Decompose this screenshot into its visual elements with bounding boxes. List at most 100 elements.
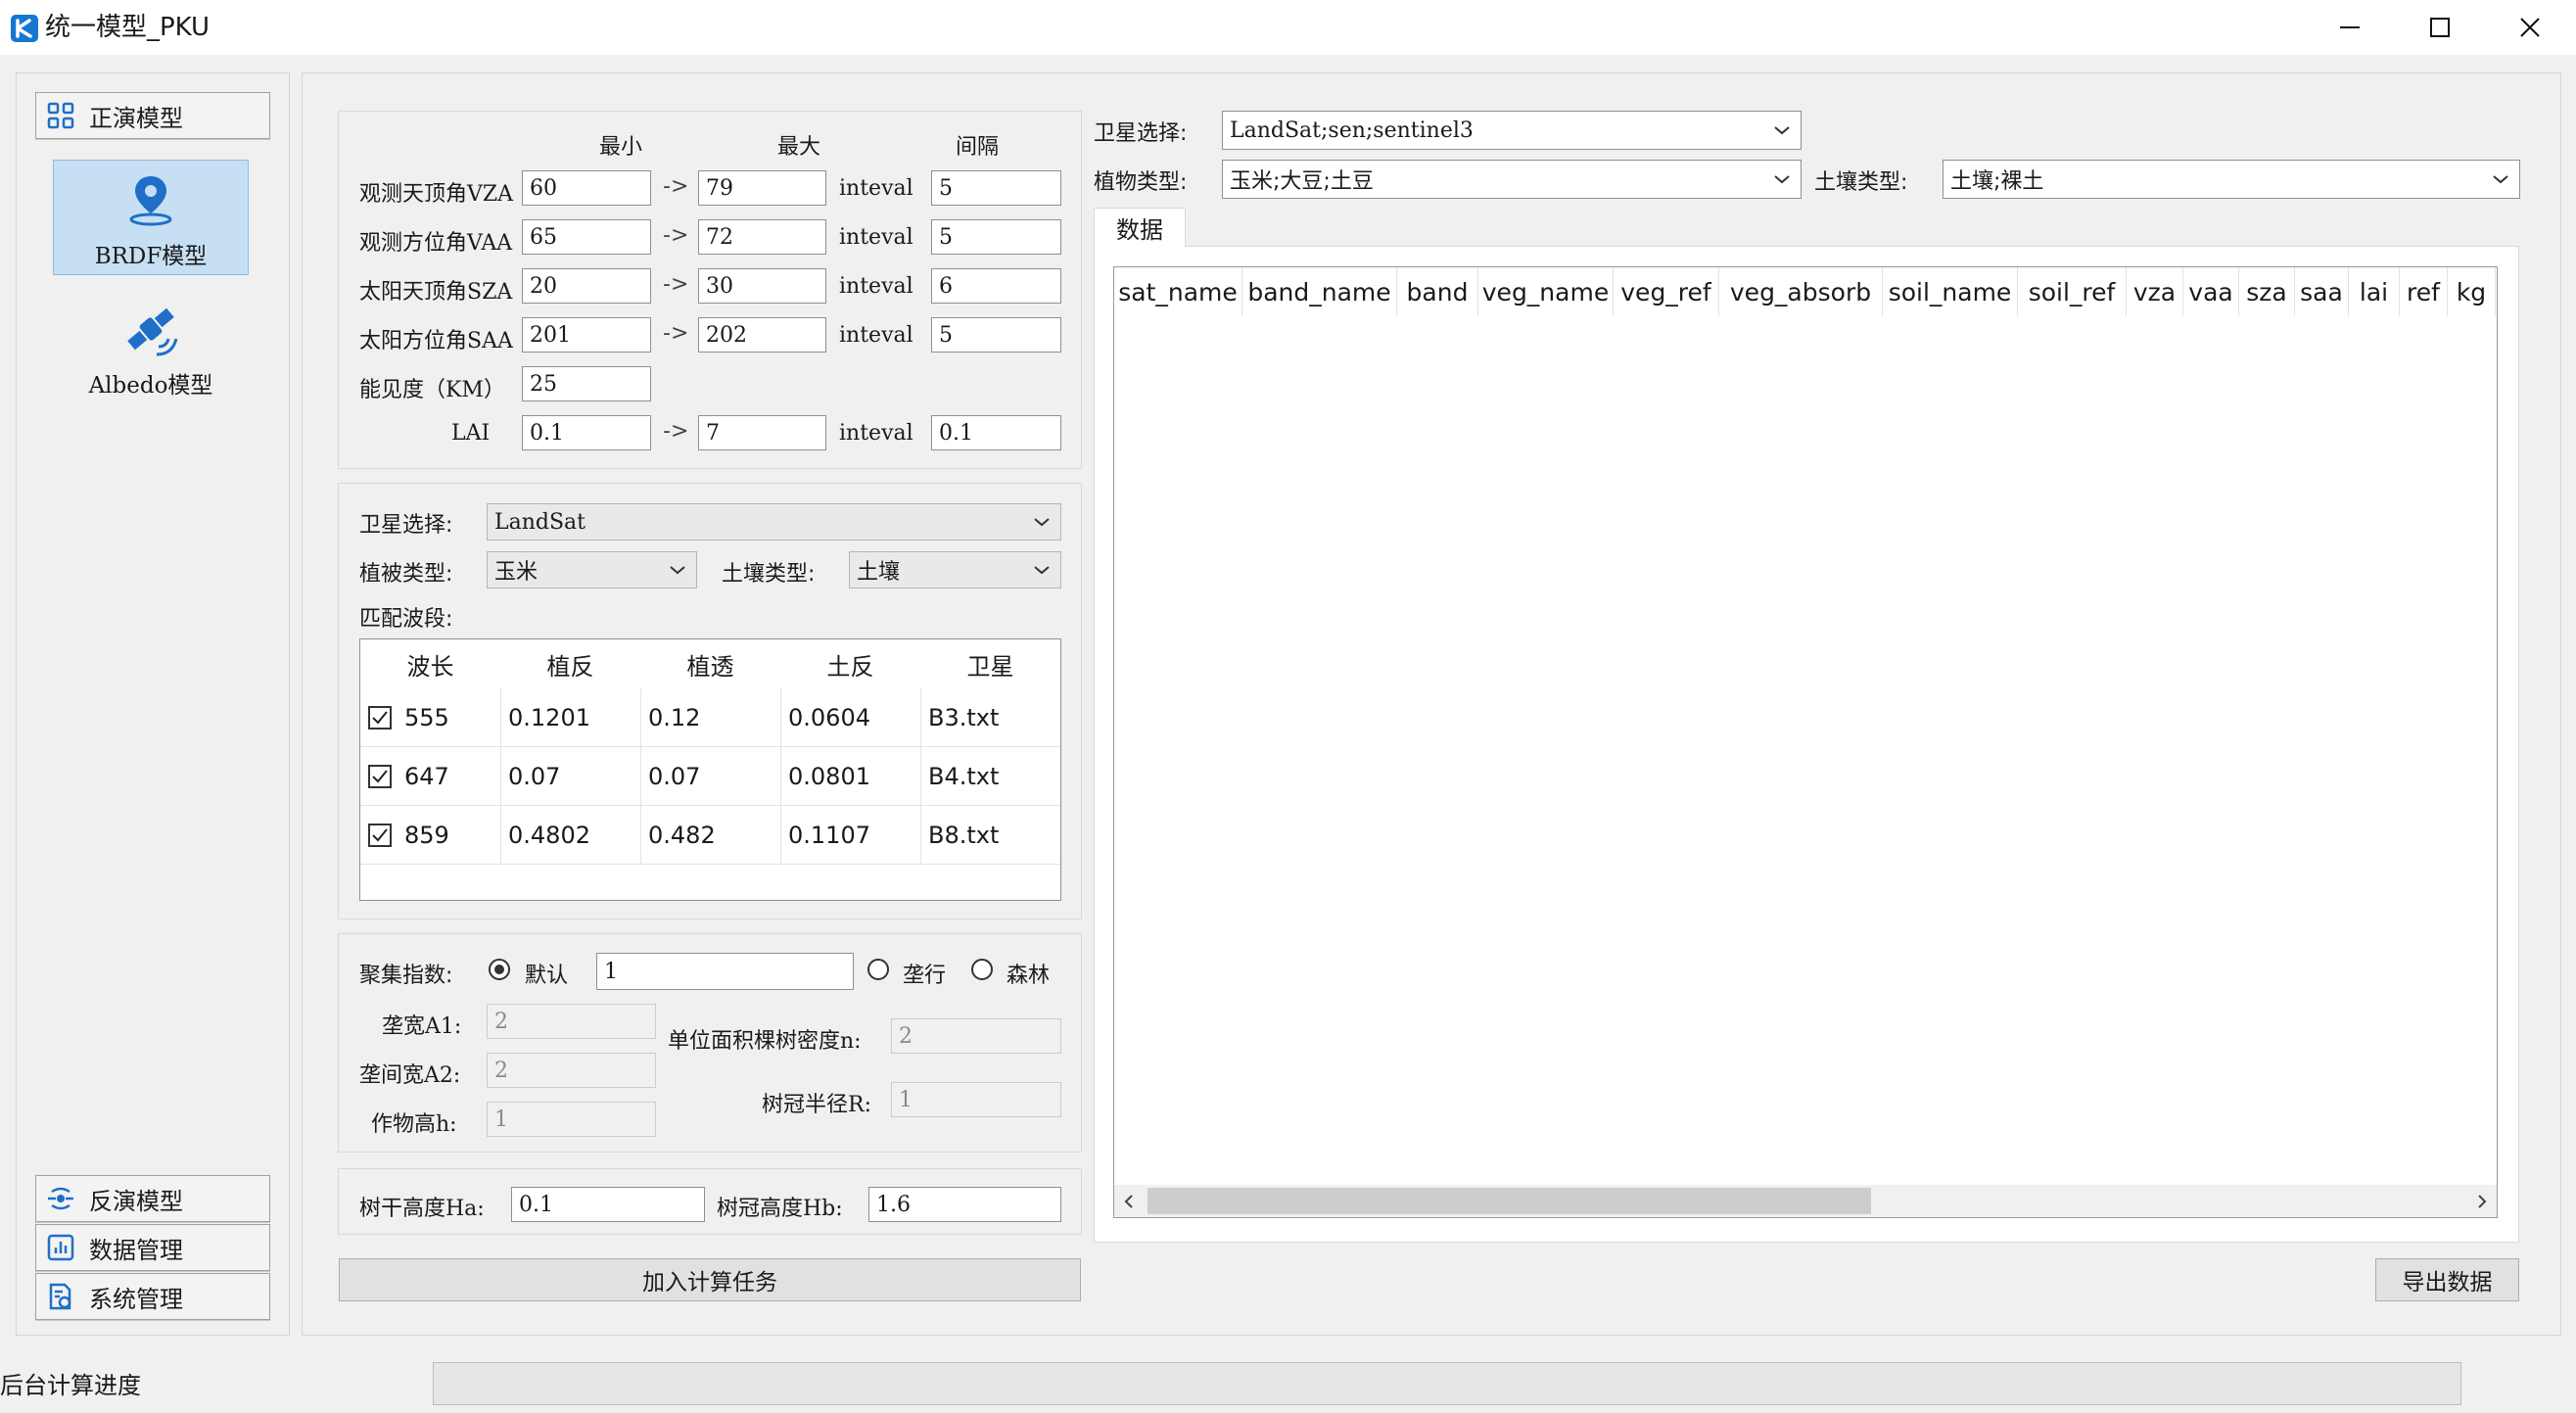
nav-system-management-button[interactable]: 系统管理 (35, 1273, 270, 1320)
trunk-height-label: 树干高度Ha: (359, 1197, 485, 1221)
radio-forest-label: 森林 (1007, 964, 1051, 988)
nav-brdf-model[interactable]: BRDF模型 (53, 160, 249, 275)
column-header[interactable]: kg (2448, 267, 2496, 316)
ridge-gap-input[interactable]: 2 (487, 1053, 656, 1088)
column-header[interactable]: veg_ref (1614, 267, 1719, 316)
nav-albedo-model[interactable]: Albedo模型 (53, 294, 249, 409)
matching-bands-label: 匹配波段: (359, 607, 453, 632)
nav-albedo-label: Albedo模型 (88, 373, 213, 399)
saa-min-input[interactable]: 201 (522, 317, 651, 353)
crown-radius-input[interactable]: 1 (891, 1082, 1061, 1117)
scroll-left-icon[interactable] (1122, 1194, 1136, 1209)
radio-forest[interactable] (971, 959, 993, 980)
column-header[interactable]: sza (2239, 267, 2295, 316)
cluster-default-input[interactable]: 1 (596, 953, 854, 990)
vaa-min-input[interactable]: 65 (522, 219, 651, 255)
lai-label: LAI (451, 421, 491, 446)
nav-forward-model-button[interactable]: 正演模型 (35, 92, 270, 139)
ridge-gap-label: 垄间宽A2: (359, 1063, 461, 1088)
minimize-button[interactable] (2305, 0, 2395, 55)
plant-type-select[interactable]: 玉米;大豆;土豆 (1222, 160, 1802, 199)
column-header[interactable]: vaa (2183, 267, 2239, 316)
satellite-select-label: 卫星选择: (359, 513, 453, 538)
veg-reflect-cell: 0.4802 (508, 822, 590, 849)
maximize-icon (2430, 18, 2450, 37)
data-table-header: sat_name band_name band veg_name veg_ref… (1114, 267, 2497, 316)
row-checkbox[interactable] (368, 824, 392, 847)
vaa-label: 观测方位角VAA (359, 231, 513, 256)
lai-arrow: -> (663, 419, 689, 444)
column-header[interactable]: ref (2400, 267, 2448, 316)
crown-height-input[interactable]: 1.6 (868, 1187, 1061, 1222)
maximize-button[interactable] (2395, 0, 2485, 55)
satellite-select[interactable]: LandSat (487, 503, 1061, 541)
column-header[interactable]: kc (2496, 267, 2497, 316)
horizontal-scrollbar[interactable] (1114, 1185, 2497, 1217)
tab-data[interactable]: 数据 (1094, 208, 1186, 247)
scrollbar-thumb[interactable] (1147, 1188, 1871, 1214)
tree-density-input[interactable]: 2 (891, 1018, 1061, 1054)
nav-data-management-button[interactable]: 数据管理 (35, 1224, 270, 1271)
table-row[interactable]: 859 0.4802 0.482 0.1107 B8.txt (360, 806, 1060, 865)
column-divider (920, 747, 921, 806)
close-button[interactable] (2485, 0, 2575, 55)
document-settings-icon (49, 1283, 71, 1310)
table-row[interactable]: 647 0.07 0.07 0.0801 B4.txt (360, 747, 1060, 806)
add-calc-task-button[interactable]: 加入计算任务 (339, 1258, 1081, 1301)
column-header[interactable]: veg_absorb (1719, 267, 1883, 316)
lai-min-input[interactable]: 0.1 (522, 415, 651, 450)
saa-step-input[interactable]: 5 (931, 317, 1061, 353)
satellite-file-cell: B3.txt (928, 704, 1000, 731)
row-checkbox[interactable] (368, 765, 392, 788)
sza-step-input[interactable]: 6 (931, 268, 1061, 304)
column-header[interactable]: band_name (1242, 267, 1397, 316)
soil-type-value: 土壤 (857, 560, 901, 585)
saa-max-input[interactable]: 202 (698, 317, 826, 353)
lai-step-input[interactable]: 0.1 (931, 415, 1061, 450)
column-header[interactable]: lai (2349, 267, 2400, 316)
column-header[interactable]: saa (2295, 267, 2349, 316)
column-divider (780, 688, 781, 747)
column-header[interactable]: sat_name (1114, 267, 1242, 316)
plant-type-value: 玉米;大豆;土豆 (1230, 169, 1374, 194)
sza-max-input[interactable]: 30 (698, 268, 826, 304)
crop-height-input[interactable]: 1 (487, 1102, 656, 1137)
nav-data-management-label: 数据管理 (89, 1236, 183, 1264)
vegetation-type-label: 植被类型: (359, 562, 453, 587)
vegetation-type-select[interactable]: 玉米 (487, 551, 697, 589)
trunk-height-input[interactable]: 0.1 (511, 1187, 705, 1222)
satellite-file-cell: B4.txt (928, 763, 1000, 790)
column-divider (640, 688, 641, 747)
soil-type-select[interactable]: 土壤 (849, 551, 1061, 589)
vaa-step-input[interactable]: 5 (931, 219, 1061, 255)
crown-radius-label: 树冠半径R: (762, 1093, 871, 1117)
nav-inverse-model-button[interactable]: 反演模型 (35, 1175, 270, 1222)
vza-min-input[interactable]: 60 (522, 170, 651, 206)
vza-step-input[interactable]: 5 (931, 170, 1061, 206)
right-soil-type-select[interactable]: 土壤;裸土 (1943, 160, 2520, 199)
veg-trans-cell: 0.07 (648, 763, 701, 790)
column-header[interactable]: soil_name (1883, 267, 2018, 316)
background-progress-label: 后台计算进度 (0, 1372, 141, 1399)
column-header[interactable]: soil_ref (2018, 267, 2127, 316)
column-divider (500, 806, 501, 865)
vaa-max-input[interactable]: 72 (698, 219, 826, 255)
export-data-button[interactable]: 导出数据 (2375, 1258, 2519, 1301)
soil-reflect-cell: 0.1107 (788, 822, 870, 849)
visibility-input[interactable]: 25 (522, 366, 651, 401)
column-header[interactable]: vza (2127, 267, 2183, 316)
right-satellite-select[interactable]: LandSat;sen;sentinel3 (1222, 111, 1802, 150)
radio-row-crop[interactable] (867, 959, 889, 980)
chevron-down-icon (2493, 175, 2508, 184)
ridge-width-input[interactable]: 2 (487, 1004, 656, 1039)
vza-max-input[interactable]: 79 (698, 170, 826, 206)
scroll-right-icon[interactable] (2475, 1194, 2489, 1209)
sza-min-input[interactable]: 20 (522, 268, 651, 304)
column-header[interactable]: veg_name (1478, 267, 1614, 316)
column-header[interactable]: band (1397, 267, 1478, 316)
column-max-header: 最大 (777, 135, 821, 160)
lai-max-input[interactable]: 7 (698, 415, 826, 450)
table-row[interactable]: 555 0.1201 0.12 0.0604 B3.txt (360, 688, 1060, 747)
row-checkbox[interactable] (368, 706, 392, 730)
radio-default[interactable] (489, 959, 510, 980)
